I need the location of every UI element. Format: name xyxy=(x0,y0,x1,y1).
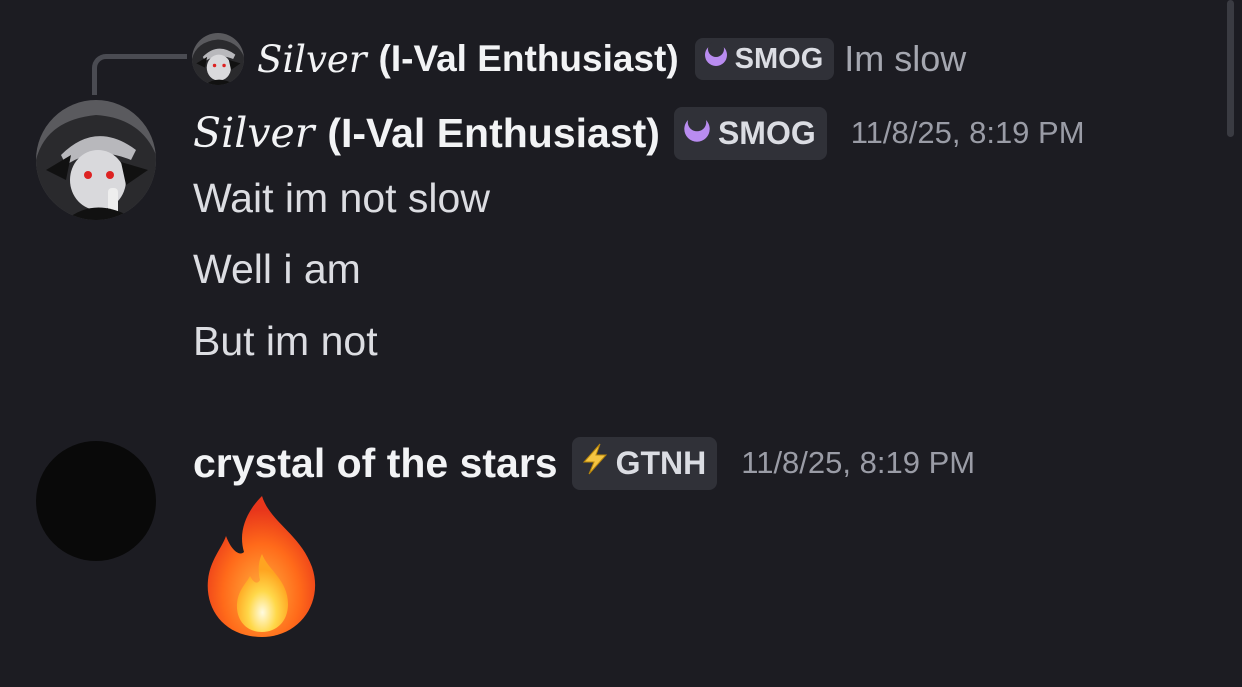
crescent-icon xyxy=(682,112,712,152)
timestamp[interactable]: 11/8/25, 8:19 PM xyxy=(851,115,1085,151)
author-name[interactable]: crystal of the stars xyxy=(193,440,558,487)
lightning-icon xyxy=(580,443,610,483)
scrollbar[interactable] xyxy=(1227,0,1234,137)
server-tag[interactable]: GTNH xyxy=(571,436,718,490)
reply-connector-line xyxy=(92,54,187,95)
server-tag[interactable]: SMOG xyxy=(673,106,827,160)
reply-author-fancy-name[interactable]: Silver xyxy=(257,38,367,81)
reply-server-tag-label: SMOG xyxy=(734,42,824,75)
server-tag-label: SMOG xyxy=(717,114,816,151)
crescent-icon xyxy=(703,41,729,76)
timestamp[interactable]: 11/8/25, 8:19 PM xyxy=(741,445,975,481)
fire-emoji[interactable] xyxy=(200,492,330,642)
reply-preview[interactable]: Silver (I-Val Enthusiast) SMOG Im slow xyxy=(192,33,966,85)
avatar[interactable] xyxy=(36,441,156,561)
message-line[interactable]: Wait im not slow xyxy=(193,175,490,222)
message-header: Silver (I-Val Enthusiast) SMOG 11/8/25, … xyxy=(193,106,1085,160)
message-header: crystal of the stars GTNH 11/8/25, 8:19 … xyxy=(193,436,975,490)
avatar[interactable] xyxy=(36,100,156,220)
reply-server-tag[interactable]: SMOG xyxy=(694,38,835,80)
chat-view: Silver (I-Val Enthusiast) SMOG Im slow S… xyxy=(0,0,1242,687)
message-line[interactable]: But im not xyxy=(193,318,378,365)
reply-text[interactable]: Im slow xyxy=(844,38,966,80)
message-line[interactable]: Well i am xyxy=(193,246,361,293)
reply-avatar[interactable] xyxy=(192,33,244,85)
author-fancy-name[interactable]: Silver xyxy=(193,109,314,157)
server-tag-label: GTNH xyxy=(615,444,707,481)
reply-author-name-suffix[interactable]: (I-Val Enthusiast) xyxy=(379,38,679,80)
author-name-suffix[interactable]: (I-Val Enthusiast) xyxy=(327,110,660,157)
